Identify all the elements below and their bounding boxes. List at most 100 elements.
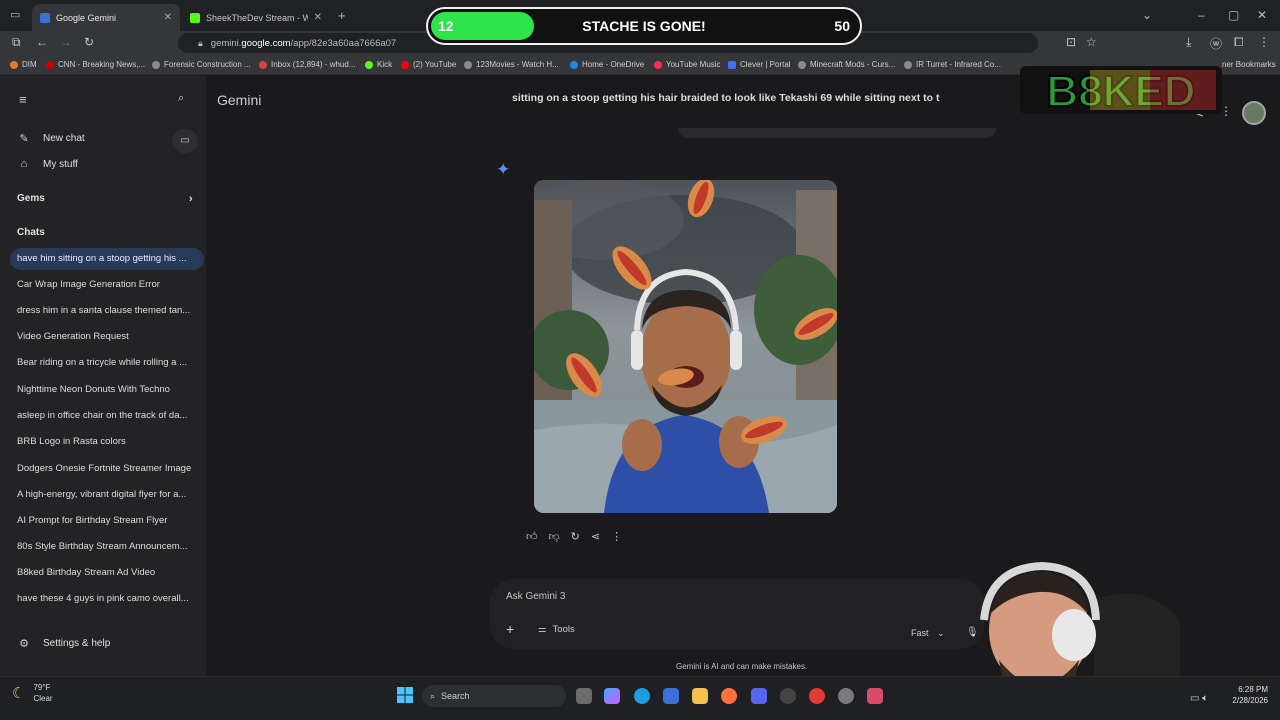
close-window-icon[interactable]: ✕ (1257, 8, 1267, 22)
chat-item[interactable]: Bear riding on a tricycle while rolling … (10, 352, 204, 374)
bookmark-label: Clever | Portal (740, 60, 791, 69)
settings-help-button[interactable]: ⚙ Settings & help (17, 637, 110, 650)
hamburger-menu-icon[interactable]: ≡ (19, 92, 27, 107)
other-bookmarks[interactable]: ner Bookmarks (1222, 60, 1276, 69)
bookmark-item[interactable]: DIM (10, 60, 37, 69)
task-view-icon[interactable] (576, 688, 592, 704)
bookmark-label: Minecraft Mods - Curs... (810, 60, 896, 69)
gems-label: Gems (17, 193, 45, 204)
add-attachment-icon[interactable]: + (506, 621, 514, 637)
sidebar-toggle-icon[interactable]: ⧉ (12, 35, 21, 50)
tab-close-icon[interactable]: ✕ (314, 12, 322, 23)
temporary-chat-icon[interactable]: ▭ (172, 129, 198, 153)
chat-item[interactable]: A high-energy, vibrant digital flyer for… (10, 484, 204, 506)
chat-item[interactable]: B8ked Birthday Stream Ad Video (10, 562, 204, 584)
chat-item[interactable]: Nighttime Neon Donuts With Techno (10, 379, 204, 401)
obs-icon[interactable] (780, 688, 796, 704)
gemini-favicon-icon (40, 12, 50, 23)
bookmark-item[interactable]: CNN - Breaking News,... (46, 60, 145, 69)
chat-item[interactable]: have him sitting on a stoop getting his … (10, 248, 204, 270)
chat-item[interactable]: AI Prompt for Birthday Stream Flyer (10, 510, 204, 532)
menu-icon[interactable]: ⋮ (1258, 35, 1270, 49)
taskbar-clock[interactable]: 6:28 PM 2/28/2026 (1222, 684, 1268, 706)
bookmark-label: Forensic Construction ... (164, 60, 251, 69)
chat-item[interactable]: dress him in a santa clause themed tan..… (10, 300, 204, 322)
bookmark-item[interactable]: Home - OneDrive (570, 60, 644, 69)
copilot-icon[interactable] (604, 688, 620, 704)
snipping-tool-icon[interactable] (867, 688, 883, 704)
share-icon[interactable]: ⋖ (591, 530, 600, 543)
thumbs-up-icon[interactable]: 👍︎ (526, 530, 538, 543)
download-icon[interactable]: ⤓ (1186, 35, 1191, 50)
youtube-app-icon[interactable] (809, 688, 825, 704)
system-tray-icons[interactable]: ▭ 🔈︎ (1190, 693, 1208, 704)
my-stuff-button[interactable]: ⌂ My stuff (17, 158, 78, 170)
tools-icon: ⚌ (538, 624, 547, 635)
maximize-icon[interactable]: ▢ (1228, 8, 1239, 22)
discord-icon[interactable] (751, 688, 767, 704)
channel-logo-art: B8KED (1020, 66, 1222, 117)
settings-app-icon[interactable] (838, 688, 854, 704)
tools-label: Tools (552, 624, 575, 635)
model-mode-dropdown[interactable]: Fast ⌄ (911, 628, 945, 639)
install-icon[interactable]: ⊡ (1066, 35, 1076, 49)
tab-search-icon[interactable]: ⌄ (1142, 8, 1152, 22)
generated-image[interactable] (534, 180, 837, 513)
tab-actions-icon[interactable]: ▭ (10, 8, 20, 21)
store-icon[interactable] (663, 688, 679, 704)
bookmark-item[interactable]: Inbox (12,894) - whud... (259, 60, 356, 69)
account-avatar[interactable] (1242, 101, 1266, 125)
minimize-icon[interactable]: – (1198, 8, 1205, 22)
new-tab-icon[interactable]: + (338, 8, 346, 23)
chat-item[interactable]: Car Wrap Image Generation Error (10, 274, 204, 296)
tools-button[interactable]: ⚌ Tools (538, 624, 575, 635)
bookmark-item[interactable]: Minecraft Mods - Curs... (798, 60, 895, 69)
thumbs-down-icon[interactable]: 👎︎ (549, 530, 560, 543)
file-explorer-icon[interactable] (692, 688, 708, 704)
tab-google-gemini[interactable]: Google Gemini ✕ (32, 4, 180, 31)
chat-item[interactable]: have these 4 guys in pink camo overall..… (10, 588, 204, 610)
bookmark-label: Home - OneDrive (582, 60, 645, 69)
star-icon[interactable]: ☆ (1086, 35, 1097, 49)
chat-item[interactable]: Video Generation Request (10, 326, 204, 348)
bookmark-item[interactable]: (2) YouTube (401, 60, 456, 69)
weather-widget[interactable]: ☾ 79°F Clear (12, 682, 53, 704)
bookmark-item[interactable]: Clever | Portal (728, 60, 791, 69)
chats-heading: Chats (17, 227, 45, 238)
bookmark-item[interactable]: Kick (365, 60, 392, 69)
ask-gemini-input[interactable]: Ask Gemini 3 (506, 591, 565, 602)
new-chat-button[interactable]: ✎ New chat (17, 132, 84, 145)
bookmark-item[interactable]: IR Turret - Infrared Co... (904, 60, 1001, 69)
tab-close-icon[interactable]: ✕ (164, 12, 172, 23)
regenerate-icon[interactable]: ↻ (571, 530, 580, 543)
windows-taskbar: ☾ 79°F Clear ⌕ Search ▭ 🔈︎ 6:28 PM 2/28/… (0, 676, 1280, 720)
search-icon[interactable]: ⌕ (178, 92, 184, 105)
prompt-composer[interactable]: Ask Gemini 3 + ⚌ Tools Fast ⌄ 🎙︎ (490, 579, 984, 649)
firefox-icon[interactable] (721, 688, 737, 704)
bookmark-item[interactable]: 123Movies - Watch H... (464, 60, 559, 69)
globe-icon (904, 60, 912, 69)
channel-logo: B8KED (1020, 62, 1222, 118)
chat-item[interactable]: Dodgers Onesie Fortnite Streamer Image (10, 458, 204, 480)
reload-icon[interactable]: ↻ (84, 35, 94, 49)
back-icon[interactable]: ← (36, 35, 48, 49)
chat-item[interactable]: BRB Logo in Rasta colors (10, 431, 204, 453)
edge-icon[interactable] (634, 688, 650, 704)
windows-start-icon[interactable] (397, 687, 413, 703)
more-options-icon[interactable]: ⋮ (611, 530, 622, 543)
stuff-icon: ⌂ (20, 158, 28, 170)
goal-title: STACHE IS GONE! (582, 18, 706, 34)
gems-section[interactable]: Gems › (17, 193, 197, 205)
bookmark-item[interactable]: YouTube Music (654, 60, 721, 69)
extensions-icon[interactable]: ⧠ (1234, 35, 1244, 50)
taskbar-search[interactable]: ⌕ Search (422, 685, 566, 707)
url-host: google.com (241, 37, 291, 49)
chat-item[interactable]: 80s Style Birthday Stream Announcem... (10, 536, 204, 558)
forward-icon[interactable]: → (60, 35, 72, 49)
app-title: Gemini (217, 92, 262, 108)
profile-w-icon[interactable]: ⓦ (1210, 35, 1222, 52)
cnn-icon (46, 60, 54, 69)
chat-item[interactable]: asleep in office chair on the track of d… (10, 405, 204, 427)
bookmark-item[interactable]: Forensic Construction ... (152, 60, 251, 69)
tab-stream[interactable]: SheekTheDev Stream - Watch L ✕ (182, 4, 330, 31)
